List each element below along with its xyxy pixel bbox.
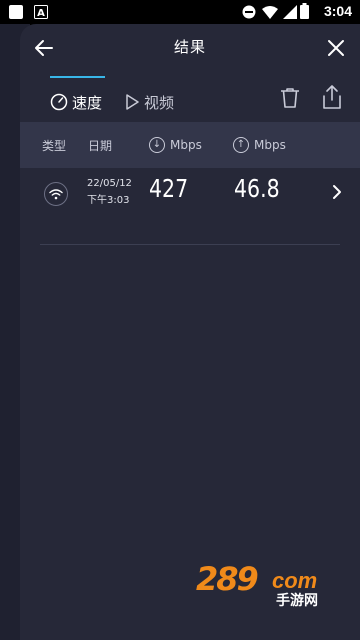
status-bar: A 3:04 bbox=[0, 0, 360, 24]
chevron-right-icon[interactable] bbox=[330, 183, 344, 201]
top-bar: 结果 bbox=[20, 24, 360, 72]
tab-speed[interactable]: 速度 bbox=[50, 88, 102, 116]
tab-speed-label: 速度 bbox=[72, 93, 103, 112]
download-unit: Mbps bbox=[170, 138, 202, 152]
column-date: 日期 bbox=[88, 139, 113, 153]
wifi-signal-icon bbox=[262, 6, 278, 19]
watermark-subtitle: 手游网 bbox=[276, 593, 318, 609]
app-square-icon bbox=[9, 5, 23, 19]
page-title: 结果 bbox=[173, 38, 206, 56]
play-icon bbox=[124, 93, 140, 111]
share-icon[interactable] bbox=[320, 84, 344, 110]
tab-video[interactable]: 视频 bbox=[124, 88, 174, 116]
tab-video-label: 视频 bbox=[144, 93, 175, 112]
table-row[interactable]: 22/05/12 下午3:03 427 46.8 bbox=[40, 170, 341, 245]
row-time: 下午3:03 bbox=[87, 195, 130, 206]
upload-arrow-icon: ↑ bbox=[233, 137, 249, 153]
table-header: 类型 日期 ↓ Mbps ↑ Mbps bbox=[20, 122, 360, 168]
tab-selected-indicator bbox=[50, 76, 105, 78]
close-icon[interactable] bbox=[324, 36, 348, 60]
column-download: ↓ Mbps bbox=[149, 137, 202, 153]
speedometer-icon bbox=[50, 93, 68, 111]
svg-text:A: A bbox=[37, 8, 45, 19]
upload-unit: Mbps bbox=[254, 138, 286, 152]
download-speed: 427 bbox=[149, 174, 189, 203]
row-date: 22/05/12 bbox=[87, 178, 132, 189]
column-type: 类型 bbox=[42, 139, 67, 153]
download-arrow-icon: ↓ bbox=[149, 137, 165, 153]
keyboard-a-icon: A bbox=[34, 5, 48, 19]
upload-speed: 46.8 bbox=[234, 174, 280, 203]
watermark-number: 289 bbox=[196, 560, 259, 598]
battery-icon bbox=[300, 3, 309, 19]
do-not-disturb-icon bbox=[242, 5, 256, 19]
trash-icon[interactable] bbox=[278, 86, 302, 110]
results-panel: 结果 速度 视频 类型 日期 ↓ Mbps ↑ Mbps 22/05/12 下午… bbox=[20, 24, 360, 640]
wifi-icon bbox=[44, 182, 68, 206]
cell-signal-icon bbox=[283, 5, 297, 19]
column-upload: ↑ Mbps bbox=[233, 137, 286, 153]
tab-bar: 速度 视频 bbox=[20, 80, 360, 124]
clock: 3:04 bbox=[323, 3, 352, 19]
watermark-logo: 289 com 手游网 bbox=[196, 560, 344, 609]
